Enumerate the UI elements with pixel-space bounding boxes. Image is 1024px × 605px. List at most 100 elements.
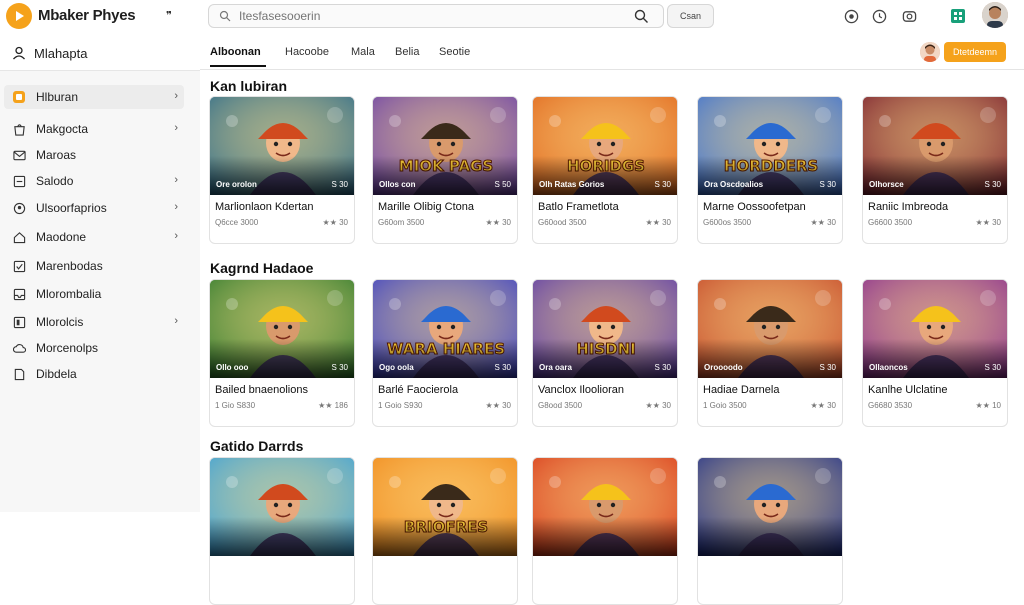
sidebar-item[interactable]: Makgocta › bbox=[4, 117, 184, 141]
sidebar-item[interactable]: Maodone › bbox=[4, 225, 184, 249]
thumbnail-meta: S 30 bbox=[654, 180, 671, 189]
game-thumbnail[interactable] bbox=[210, 458, 354, 556]
thumbnail-caption: Ogo oola bbox=[379, 363, 414, 372]
thumbnail-caption: Olhorsce bbox=[869, 180, 904, 189]
camera-icon[interactable] bbox=[901, 8, 917, 24]
chevron-right-icon: › bbox=[174, 230, 178, 242]
game-thumbnail[interactable] bbox=[533, 458, 677, 556]
game-card[interactable] bbox=[697, 457, 843, 605]
list-icon bbox=[12, 174, 26, 188]
game-card[interactable]: Olhorsce S 30 Raniic Imbreoda G6600 3500 ★★ … bbox=[862, 96, 1008, 244]
game-title[interactable]: Raniic Imbreoda bbox=[868, 201, 948, 213]
game-subtitle: G60om 3500 bbox=[378, 218, 425, 227]
home-icon bbox=[12, 230, 26, 244]
game-card[interactable]: Ollo ooo S 30 Bailed bnaenolions 1 Gio S830… bbox=[209, 279, 355, 427]
tab[interactable]: Mala bbox=[351, 46, 375, 58]
game-title[interactable]: Marille Olibig Ctona bbox=[378, 201, 474, 213]
thumbnail-meta: S 50 bbox=[494, 180, 511, 189]
chevron-right-icon: › bbox=[174, 122, 178, 134]
thumbnail-meta: S 30 bbox=[331, 180, 348, 189]
thumbnail-caption: Oroooodo bbox=[704, 363, 743, 372]
checkbox-icon bbox=[12, 259, 26, 273]
cloud-icon bbox=[12, 341, 26, 355]
sidebar-item[interactable]: Marenbodas bbox=[4, 254, 184, 278]
thumbnail-caption: Ora Oscdoalios bbox=[704, 180, 764, 189]
game-rating: ★★ 30 bbox=[810, 218, 836, 227]
game-title[interactable]: Vanclox Iloolioran bbox=[538, 384, 624, 396]
grid-app-icon[interactable] bbox=[950, 8, 966, 24]
game-title[interactable]: Barlé Faocierola bbox=[378, 384, 458, 396]
thumbnail-caption: Ora oara bbox=[539, 363, 572, 372]
sidebar-item[interactable]: Dibdela bbox=[4, 362, 184, 386]
sidebar-item-label: Dibdela bbox=[36, 367, 77, 381]
sidebar-item-label: Hlburan bbox=[36, 90, 79, 104]
top-bar: Mbaker Phyes ❞ Csan bbox=[0, 0, 1024, 34]
section-title: Kagrnd Hadaoe bbox=[210, 260, 314, 276]
game-title[interactable]: Kanlhe Ulclatine bbox=[868, 384, 948, 396]
game-title[interactable]: Batlo Frametlota bbox=[538, 201, 619, 213]
sidebar-item-label: Marenbodas bbox=[36, 259, 103, 273]
sidebar-item-label: Salodo bbox=[36, 174, 74, 188]
game-title[interactable]: Marne Oossoofetpan bbox=[703, 201, 806, 213]
tab[interactable]: Seotie bbox=[439, 46, 470, 58]
brand-dropdown-icon[interactable]: ❞ bbox=[166, 9, 172, 22]
game-card[interactable]: Oroooodo S 30 Hadiae Darnela 1 Goio 3500 ★★ … bbox=[697, 279, 843, 427]
thumbnail-caption: Olh Ratas Gorios bbox=[539, 180, 605, 189]
thumbnail-meta: S 30 bbox=[984, 363, 1001, 372]
sidebar-item[interactable]: Salodo › bbox=[4, 169, 184, 193]
game-title[interactable]: Hadiae Darnela bbox=[703, 384, 779, 396]
game-card[interactable]: Ollaoncos S 30 Kanlhe Ulclatine G6680 3530 ★… bbox=[862, 279, 1008, 427]
game-thumbnail[interactable]: BRIOFRES bbox=[373, 458, 517, 556]
game-card[interactable]: BRIOFRES bbox=[372, 457, 518, 605]
game-subtitle: G8ood 3500 bbox=[538, 401, 583, 410]
sidebar-item-label: Ulsoorfaprios bbox=[36, 201, 107, 215]
sidebar-item[interactable]: Mlorombalia bbox=[4, 282, 184, 306]
thumbnail-caption: Ollo ooo bbox=[216, 363, 249, 372]
search-button[interactable]: Csan bbox=[667, 4, 714, 28]
sidebar-item[interactable]: Maroas bbox=[4, 143, 184, 167]
inbox-icon bbox=[12, 287, 26, 301]
sidebar-item[interactable]: Hlburan › bbox=[4, 85, 184, 109]
thumbnail-meta: S 30 bbox=[819, 180, 836, 189]
thumbnail-meta: S 30 bbox=[819, 363, 836, 372]
sidebar-item[interactable]: Ulsoorfaprios › bbox=[4, 196, 184, 220]
user-avatar[interactable] bbox=[982, 2, 1008, 28]
search-input[interactable] bbox=[239, 9, 619, 23]
sidebar-item-label: Morcenolps bbox=[36, 341, 99, 355]
game-thumbnail[interactable] bbox=[698, 458, 842, 556]
app-logo[interactable] bbox=[6, 3, 32, 29]
game-card[interactable]: Ore orolon S 30 Marlionlaon Kdertan Q6cce 3… bbox=[209, 96, 355, 244]
tab[interactable]: Belia bbox=[395, 46, 419, 58]
thumbnail-caption: Ollos con bbox=[379, 180, 416, 189]
creator-avatar[interactable] bbox=[920, 42, 940, 62]
sidebar-header[interactable]: Mlahapta bbox=[0, 36, 200, 70]
game-card[interactable] bbox=[532, 457, 678, 605]
history-icon[interactable] bbox=[871, 8, 887, 24]
game-subtitle: G60ood 3500 bbox=[538, 218, 587, 227]
search-bar bbox=[208, 4, 664, 28]
thumbnail-meta: S 30 bbox=[494, 363, 511, 372]
game-icon bbox=[12, 90, 26, 104]
game-card[interactable] bbox=[209, 457, 355, 605]
search-submit-icon[interactable] bbox=[634, 9, 649, 24]
doc-icon bbox=[12, 367, 26, 381]
game-card[interactable]: HORIDGSOlh Ratas GoriosS 30Batlo Frametl… bbox=[532, 96, 678, 244]
game-title[interactable]: Marlionlaon Kdertan bbox=[215, 201, 313, 213]
game-title[interactable]: Bailed bnaenolions bbox=[215, 384, 308, 396]
game-card[interactable]: HORDDERSOra OscdoaliosS 30Marne Oossoofe… bbox=[697, 96, 843, 244]
sidebar-item[interactable]: Mlorolcis › bbox=[4, 310, 184, 334]
game-rating: ★★ 30 bbox=[810, 401, 836, 410]
header-cta-button[interactable]: Dtetdeemn bbox=[944, 42, 1006, 62]
notification-icon[interactable] bbox=[843, 8, 859, 24]
sidebar-item[interactable]: Morcenolps bbox=[4, 336, 184, 360]
sidebar-item-label: Mlorombalia bbox=[36, 287, 102, 301]
game-subtitle: 1 Goio S930 bbox=[378, 401, 423, 410]
tab[interactable]: Hacoobe bbox=[285, 46, 329, 58]
game-card[interactable]: HISDNIOra oaraS 30Vanclox IloolioranG8oo… bbox=[532, 279, 678, 427]
game-subtitle: G6680 3530 bbox=[868, 401, 913, 410]
user-icon bbox=[12, 46, 26, 65]
tab[interactable]: Alboonan bbox=[210, 46, 261, 58]
game-card[interactable]: WARA HIARESOgo oolaS 30Barlé Faocierola1… bbox=[372, 279, 518, 427]
game-rating: ★★ 30 bbox=[485, 218, 511, 227]
game-card[interactable]: MIOK PAGSOllos conS 50Marille Olibig Cto… bbox=[372, 96, 518, 244]
